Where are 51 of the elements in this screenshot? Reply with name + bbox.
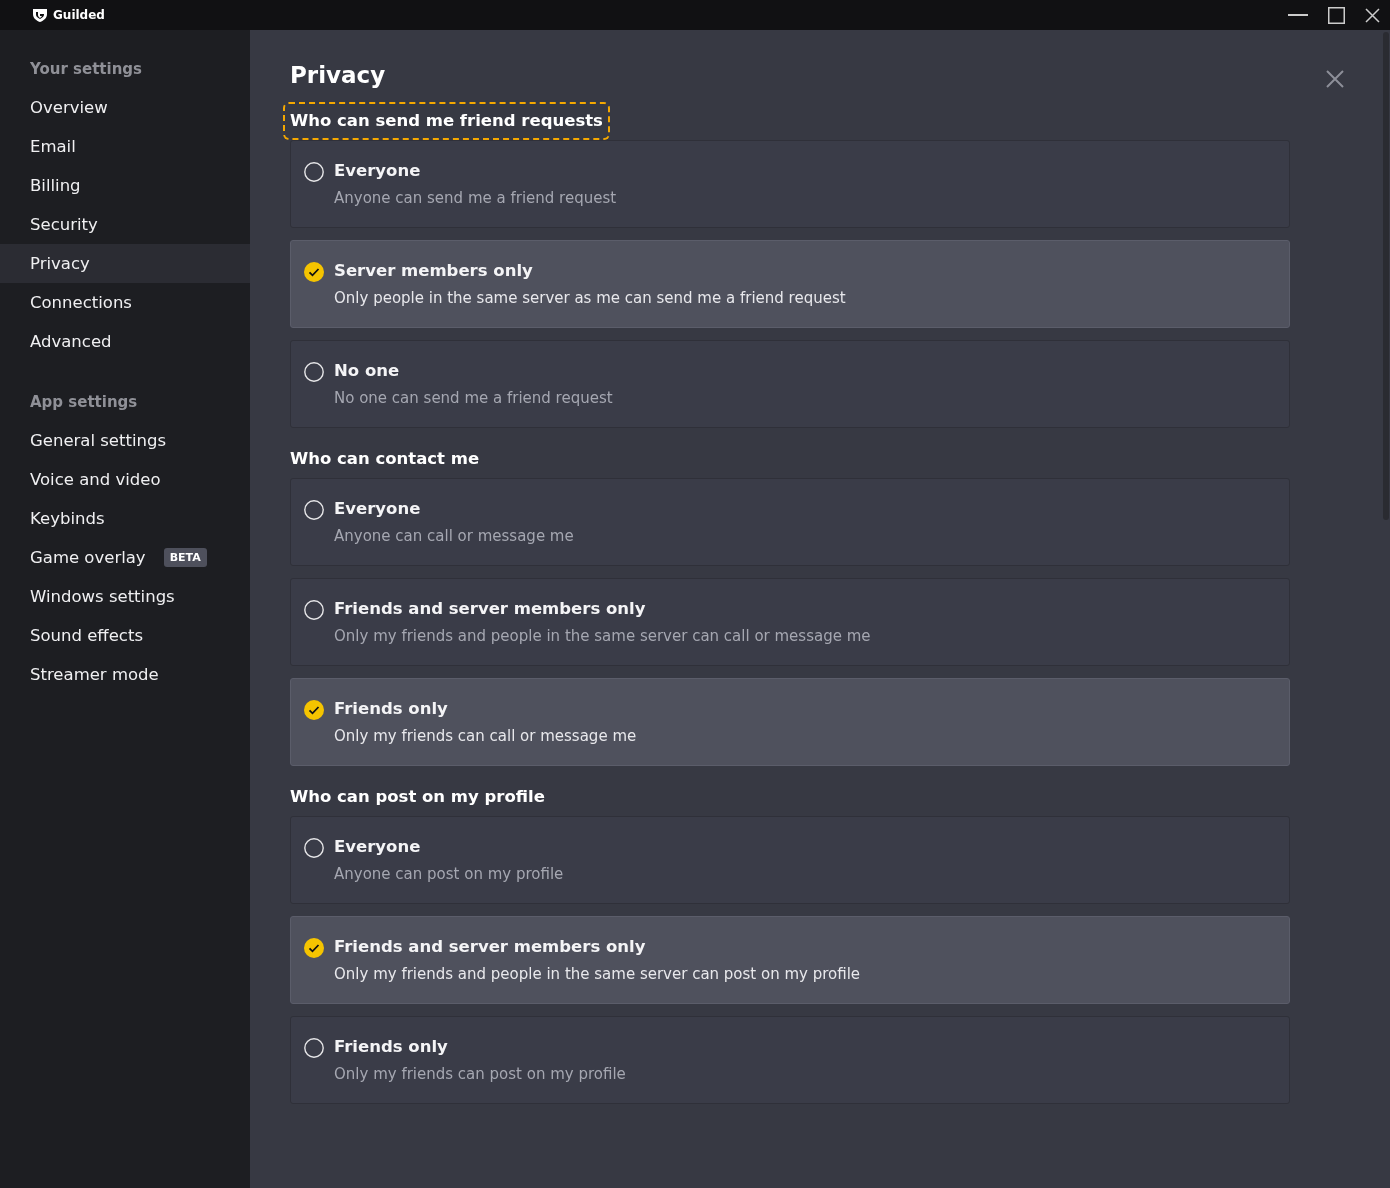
section-heading: Who can contact me	[289, 448, 481, 470]
radio-option[interactable]: Everyone Anyone can post on my profile	[290, 816, 1290, 904]
option-title: Everyone	[334, 161, 422, 181]
option-description: No one can send me a friend request	[334, 388, 613, 408]
sidebar-heading: Your settings	[29, 60, 144, 78]
radio-option[interactable]: No one No one can send me a friend request	[290, 340, 1290, 428]
option-title: Everyone	[334, 499, 422, 519]
option-description: Anyone can send me a friend request	[334, 188, 617, 208]
radio-option[interactable]: Everyone Anyone can send me a friend request	[290, 140, 1290, 228]
section-heading: Who can post on my profile	[289, 786, 546, 808]
radio-option[interactable]: Friends only Only my friends can call or message me	[290, 678, 1290, 766]
radio-option[interactable]: Friends and server members only Only my friends and people in the same server can call or message me	[290, 578, 1290, 666]
window-title: Guilded	[53, 8, 105, 22]
radio-option[interactable]: Friends and server members only Only my friends and people in the same server can post on my profile	[290, 916, 1290, 1004]
option-title: Friends and server members only	[334, 599, 647, 619]
sidebar-item[interactable]: Security	[0, 205, 250, 244]
radio-option[interactable]: Friends only Only my friends can post on my profile	[290, 1016, 1290, 1104]
sidebar-heading: App settings	[29, 393, 139, 411]
option-description: Only my friends can post on my profile	[334, 1064, 626, 1084]
sidebar-item[interactable]: Privacy	[0, 244, 250, 283]
sidebar-item[interactable]: Sound effects	[0, 616, 250, 655]
sidebar-item[interactable]: Connections	[0, 283, 250, 322]
option-description: Only my friends and people in the same server can call or message me	[334, 626, 871, 646]
page-title: Privacy	[290, 61, 386, 90]
option-title: Everyone	[334, 837, 422, 857]
beta-badge: BETA	[163, 548, 207, 567]
option-title: Server members only	[334, 261, 534, 281]
option-description: Only people in the same server as me can send me a friend request	[334, 288, 846, 308]
option-title: Friends only	[334, 699, 449, 719]
maximize-icon[interactable]	[1328, 6, 1345, 24]
close-icon[interactable]	[1365, 7, 1380, 23]
sidebar-item[interactable]: Game overlay BETA	[0, 538, 250, 577]
sidebar-item[interactable]: Email	[0, 127, 250, 166]
option-description: Only my friends and people in the same server can post on my profile	[334, 964, 861, 984]
option-description: Only my friends can call or message me	[334, 726, 637, 746]
option-description: Anyone can call or message me	[334, 526, 574, 546]
option-description: Anyone can post on my profile	[334, 864, 564, 884]
sidebar-item[interactable]: Keybinds	[0, 499, 250, 538]
radio-option[interactable]: Server members only Only people in the same server as me can send me a friend request	[290, 240, 1290, 328]
sidebar-item[interactable]: Voice and video	[0, 460, 250, 499]
radio-option[interactable]: Everyone Anyone can call or message me	[290, 478, 1290, 566]
sidebar-item[interactable]: General settings	[0, 421, 250, 460]
option-title: Friends and server members only	[334, 937, 647, 957]
sidebar-item[interactable]: Streamer mode	[0, 655, 250, 694]
sidebar-item[interactable]: Billing	[0, 166, 250, 205]
sidebar-item[interactable]: Windows settings	[0, 577, 250, 616]
shield-logo-icon	[32, 7, 48, 23]
sidebar-item[interactable]: Advanced	[0, 322, 250, 361]
option-title: Friends only	[334, 1037, 449, 1057]
option-title: No one	[334, 361, 401, 381]
sidebar-item[interactable]: Overview	[0, 88, 250, 127]
